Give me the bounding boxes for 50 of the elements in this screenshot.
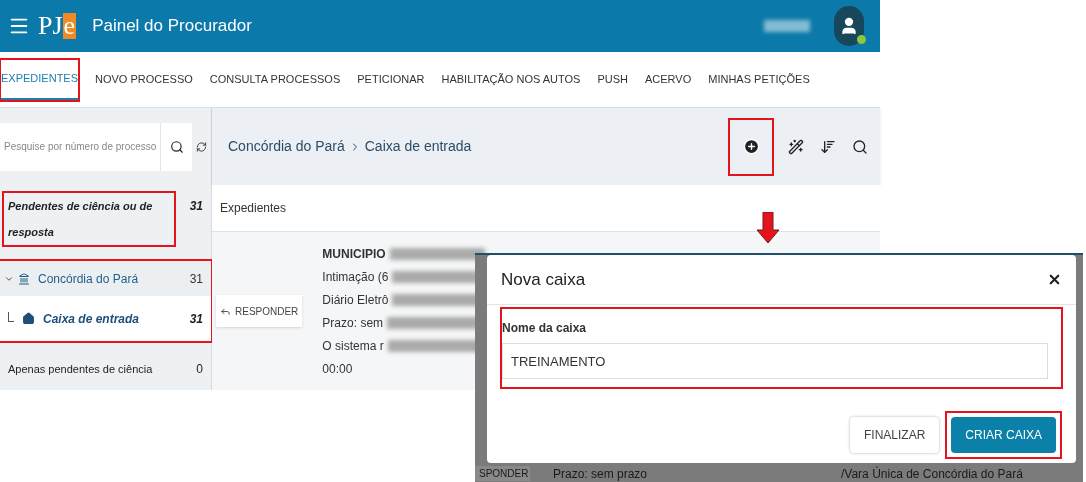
- finish-button[interactable]: FINALIZAR: [849, 417, 940, 453]
- filter-item[interactable]: Apenas pendentes de ciência 0: [0, 352, 211, 386]
- filter-label: Apenas pendentes de ciência: [7, 362, 154, 377]
- logo: PJe: [38, 13, 77, 39]
- building-icon: [18, 272, 30, 285]
- breadcrumb-item[interactable]: Concórdia do Pará: [228, 136, 345, 157]
- background-text: SPONDER: [475, 466, 530, 481]
- background-text: Prazo: sem prazo: [553, 465, 649, 482]
- nav-tab[interactable]: ACERVO: [645, 59, 692, 100]
- down-arrow: [756, 212, 780, 244]
- app-title: Painel do Procurador: [92, 15, 252, 38]
- section-title: Expedientes: [220, 200, 287, 217]
- nav-tab[interactable]: PETICIONAR: [357, 59, 425, 100]
- sort-icon[interactable]: [820, 138, 836, 155]
- nav-tab[interactable]: NOVO PROCESSO: [95, 59, 193, 100]
- home-icon: [22, 312, 35, 325]
- nav-tab[interactable]: MINHAS PETIÇÕES: [708, 59, 810, 100]
- card-text: MUNICIPIO: [322, 245, 386, 263]
- search-icon: [169, 139, 184, 154]
- search-icon[interactable]: [852, 138, 868, 155]
- card-text: O sistema r: [322, 337, 384, 355]
- filter-label: Pendentes de ciência ou de resposta: [4, 193, 174, 245]
- blurred-user-name: [764, 20, 810, 32]
- breadcrumb-item: Caixa de entrada: [364, 137, 472, 156]
- user-avatar[interactable]: [834, 6, 864, 46]
- filter-item[interactable]: Pendentes de ciência ou de resposta 31: [0, 185, 211, 253]
- card-text: Diário Eletrô: [322, 291, 389, 309]
- create-button[interactable]: CRIAR CAIXA: [951, 417, 1056, 453]
- refresh-icon[interactable]: [196, 139, 207, 154]
- dialog-title: Nova caixa: [501, 268, 586, 291]
- nav-tab[interactable]: HABILITAÇÃO NOS AUTOS: [441, 59, 581, 100]
- close-icon[interactable]: [1047, 272, 1062, 287]
- card-text: Prazo: sem: [322, 314, 384, 332]
- search-button[interactable]: [160, 122, 192, 171]
- search-field[interactable]: Pesquise por número de processo: [0, 122, 160, 171]
- reply-button[interactable]: RESPONDER: [216, 295, 303, 327]
- filter-count: 0: [196, 361, 204, 378]
- name-field[interactable]: TREINAMENTO: [502, 343, 1048, 379]
- background-text: /Vara Única de Concórdia do Pará: [841, 465, 1023, 482]
- inbox-item[interactable]: Caixa de entrada 31: [0, 296, 211, 341]
- add-button[interactable]: [730, 119, 772, 174]
- card-text: 00:00: [322, 360, 353, 378]
- wand-icon[interactable]: [788, 138, 804, 155]
- plus-icon: [742, 138, 760, 155]
- field-label: Nome da caixa: [502, 320, 588, 337]
- card-text: Intimação (6: [322, 268, 389, 286]
- filter-count: 31: [189, 198, 204, 215]
- nav-tab[interactable]: EXPEDIENTES: [1, 59, 79, 100]
- nav-tab[interactable]: CONSULTA PROCESSOS: [209, 59, 341, 100]
- nav-tab[interactable]: PUSH: [597, 59, 628, 100]
